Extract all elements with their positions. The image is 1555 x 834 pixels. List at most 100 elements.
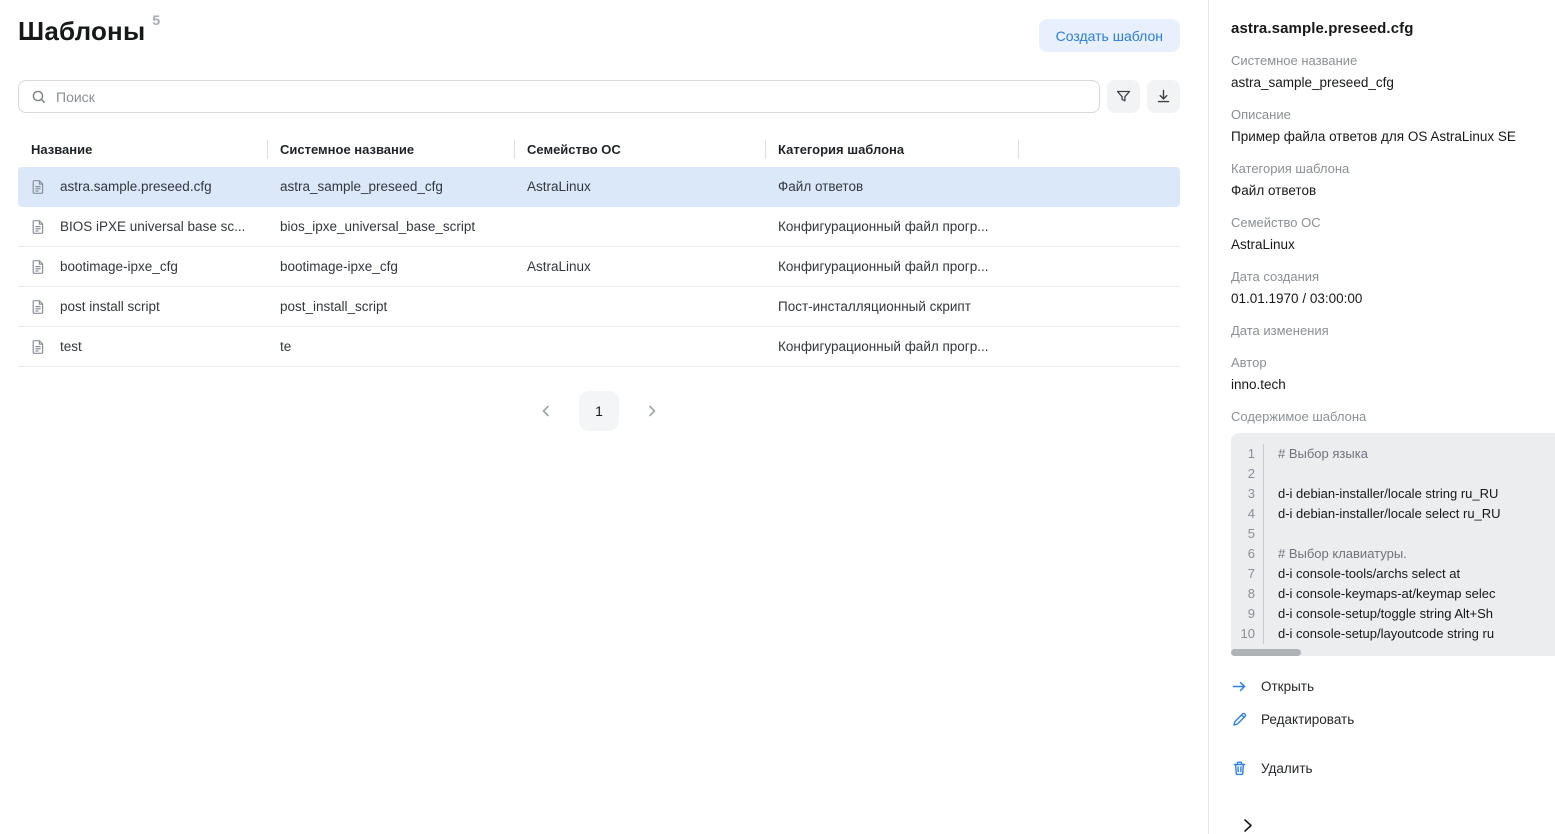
column-header-os-family: Семейство ОС — [514, 132, 765, 167]
pencil-icon — [1231, 711, 1248, 728]
line-number: 10 — [1231, 624, 1255, 644]
details-fields: Системное название astra_sample_preseed_c… — [1231, 53, 1555, 393]
code-lines: # Выбор языкаd-i debian-installer/locale… — [1264, 444, 1555, 644]
line-number: 4 — [1231, 504, 1255, 524]
template-os-family: AstraLinux — [514, 259, 765, 274]
template-name: post install script — [60, 299, 160, 314]
template-os-family: AstraLinux — [514, 179, 765, 194]
file-icon — [30, 179, 46, 195]
column-header-name: Название — [18, 132, 267, 167]
file-icon — [30, 339, 46, 355]
details-title: astra.sample.preseed.cfg — [1231, 20, 1555, 37]
chevron-left-icon — [539, 404, 553, 418]
filter-icon — [1115, 88, 1132, 105]
table-row[interactable]: post install script post_install_script По… — [18, 287, 1180, 327]
action-label: Редактировать — [1261, 712, 1354, 727]
edit-action[interactable]: Редактировать — [1231, 711, 1354, 728]
detail-field: Автор inno.tech — [1231, 355, 1555, 393]
download-icon — [1155, 88, 1172, 105]
line-number: 7 — [1231, 564, 1255, 584]
page-title: Шаблоны5 — [18, 16, 160, 47]
code-line — [1278, 464, 1555, 484]
field-label: Дата создания — [1231, 269, 1555, 285]
templates-count-badge: 5 — [152, 12, 160, 28]
line-number: 2 — [1231, 464, 1255, 484]
code-line: d-i console-keymaps-at/keymap selec — [1278, 584, 1555, 604]
line-number: 5 — [1231, 524, 1255, 544]
filter-button[interactable] — [1107, 80, 1140, 113]
template-name: astra.sample.preseed.cfg — [60, 179, 212, 194]
search-box[interactable] — [18, 80, 1100, 113]
chevron-right-icon — [1239, 817, 1256, 834]
action-label: Открыть — [1261, 679, 1314, 694]
column-header-system-name: Системное название — [267, 132, 514, 167]
file-icon — [30, 299, 46, 315]
code-line-numbers: 12345678910 — [1231, 444, 1264, 644]
line-number: 8 — [1231, 584, 1255, 604]
search-input[interactable] — [56, 89, 1087, 105]
field-value: astra_sample_preseed_cfg — [1231, 75, 1555, 91]
template-category: Конфигурационный файл прогр... — [765, 219, 1018, 234]
detail-field: Категория шаблона Файл ответов — [1231, 161, 1555, 199]
template-name: BIOS iPXE universal base sc... — [60, 219, 245, 234]
horizontal-scrollbar[interactable] — [1231, 649, 1301, 656]
trash-icon — [1231, 760, 1248, 777]
pagination-next-button[interactable] — [641, 400, 663, 422]
table-header: Название Системное название Семейство ОС… — [18, 132, 1180, 167]
template-system-name: post_install_script — [267, 299, 514, 314]
line-number: 6 — [1231, 544, 1255, 564]
open-action[interactable]: Открыть — [1231, 678, 1314, 695]
create-template-button[interactable]: Создать шаблон — [1039, 19, 1180, 52]
field-value: Пример файла ответов для OS AstraLinux S… — [1231, 129, 1555, 145]
field-label: Автор — [1231, 355, 1555, 371]
chevron-right-icon — [645, 404, 659, 418]
field-label: Дата изменения — [1231, 323, 1555, 339]
template-name: test — [60, 339, 82, 354]
field-value: 01.01.1970 / 03:00:00 — [1231, 291, 1555, 307]
field-label: Категория шаблона — [1231, 161, 1555, 177]
column-header-category: Категория шаблона — [765, 132, 1018, 167]
template-name: bootimage-ipxe_cfg — [60, 259, 178, 274]
table-row[interactable]: bootimage-ipxe_cfgbootimage-ipxe_cfgAstr… — [18, 247, 1180, 287]
pagination-prev-button[interactable] — [535, 400, 557, 422]
details-actions: Открыть Редактировать Удалить — [1231, 678, 1555, 777]
line-number: 1 — [1231, 444, 1255, 464]
detail-field: Системное название astra_sample_preseed_c… — [1231, 53, 1555, 91]
delete-action[interactable]: Удалить — [1231, 760, 1313, 777]
table-body: astra.sample.preseed.cfgastra_sample_pre… — [18, 167, 1180, 367]
detail-field: Дата создания 01.01.1970 / 03:00:00 — [1231, 269, 1555, 307]
code-line: d-i debian-installer/locale string ru_RU — [1278, 484, 1555, 504]
table-row[interactable]: astra.sample.preseed.cfgastra_sample_pre… — [18, 167, 1180, 207]
templates-page: Шаблоны5 Создать шаблон Название Сис — [0, 0, 1208, 834]
code-line: d-i debian-installer/locale select ru_RU — [1278, 504, 1555, 524]
field-value: AstraLinux — [1231, 237, 1555, 253]
download-button[interactable] — [1147, 80, 1180, 113]
template-system-name: te — [267, 339, 514, 354]
detail-field: Описание Пример файла ответов для OS Astr… — [1231, 107, 1555, 145]
table-row[interactable]: testteКонфигурационный файл прогр... — [18, 327, 1180, 367]
template-category: Пост-инсталляционный скрипт — [765, 299, 1018, 314]
template-content-code: 12345678910 # Выбор языкаd-i debian-inst… — [1231, 433, 1555, 656]
code-line — [1278, 524, 1555, 544]
pagination: 1 — [18, 391, 1180, 431]
template-system-name: bootimage-ipxe_cfg — [267, 259, 514, 274]
detail-field: Дата изменения — [1231, 323, 1555, 339]
field-value: inno.tech — [1231, 377, 1555, 393]
field-value: Файл ответов — [1231, 183, 1555, 199]
field-label: Описание — [1231, 107, 1555, 123]
templates-table: Название Системное название Семейство ОС… — [18, 132, 1180, 367]
file-icon — [30, 259, 46, 275]
field-label: Системное название — [1231, 53, 1555, 69]
table-row[interactable]: BIOS iPXE universal base sc... bios_ipxe_… — [18, 207, 1180, 247]
template-content-label: Содержимое шаблона — [1231, 409, 1555, 424]
line-number: 3 — [1231, 484, 1255, 504]
column-header-empty — [1018, 132, 1180, 167]
template-details-panel: astra.sample.preseed.cfg Системное назва… — [1208, 0, 1555, 834]
collapse-panel-button[interactable] — [1237, 815, 1258, 834]
code-line: d-i console-setup/toggle string Alt+Sh — [1278, 604, 1555, 624]
pagination-page-1[interactable]: 1 — [579, 391, 619, 431]
action-label: Удалить — [1261, 761, 1313, 776]
template-category: Конфигурационный файл прогр... — [765, 259, 1018, 274]
template-system-name: bios_ipxe_universal_base_script — [267, 219, 514, 234]
code-line: # Выбор клавиатуры. — [1278, 544, 1555, 564]
